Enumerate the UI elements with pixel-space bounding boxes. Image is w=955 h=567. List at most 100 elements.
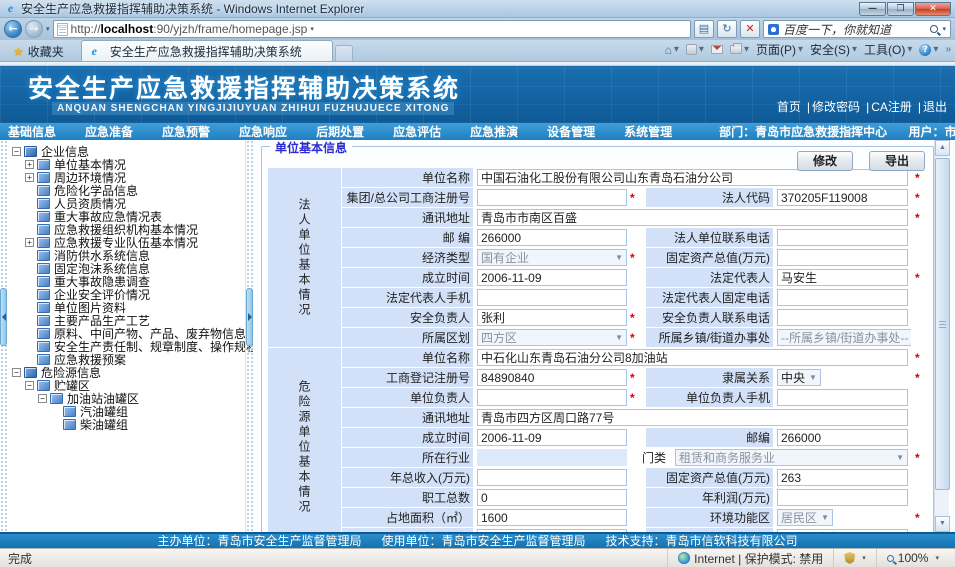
tree-item[interactable]: −企业信息 bbox=[12, 145, 243, 158]
zoom-control[interactable]: 100% ▾ bbox=[876, 549, 949, 567]
search-input[interactable]: 百度一下，你就知道 ▾ bbox=[763, 20, 951, 38]
feeds-button[interactable]: ▾ bbox=[686, 44, 704, 55]
print-button[interactable]: ▾ bbox=[730, 44, 749, 55]
modify-button[interactable]: 修改 bbox=[797, 151, 853, 171]
tree-expander-icon[interactable]: − bbox=[25, 381, 34, 390]
maximize-button[interactable]: ❐ bbox=[887, 2, 914, 16]
form-input[interactable] bbox=[477, 369, 627, 386]
banner-link-0[interactable]: 首页 bbox=[777, 100, 801, 114]
nav-item-5[interactable]: 应急评估 bbox=[393, 123, 441, 140]
scroll-down-icon[interactable]: ▼ bbox=[935, 516, 950, 532]
navigation-tree: −企业信息+单位基本情况+周边环境情况+危险化学品信息+人员资质情况+重大事故应… bbox=[12, 145, 243, 431]
scroll-up-icon[interactable]: ▲ bbox=[935, 140, 950, 156]
export-button[interactable]: 导出 bbox=[869, 151, 925, 171]
filter-dropdown-icon[interactable]: ▾ bbox=[862, 554, 866, 562]
form-input[interactable] bbox=[477, 409, 908, 426]
form-select[interactable]: 居民区▼ bbox=[777, 509, 833, 526]
main-scrollbar[interactable]: ▲ ▼ bbox=[934, 140, 949, 532]
read-mail-button[interactable] bbox=[711, 45, 723, 54]
mail-icon bbox=[711, 45, 723, 54]
close-button[interactable]: ✕ bbox=[915, 2, 951, 16]
nav-item-4[interactable]: 后期处置 bbox=[316, 123, 364, 140]
tree-item[interactable]: +危险化学品信息 bbox=[12, 184, 243, 197]
form-input[interactable] bbox=[777, 529, 908, 532]
form-input[interactable] bbox=[477, 349, 908, 366]
active-tab[interactable]: e 安全生产应急救援指挥辅助决策系统 bbox=[81, 40, 333, 61]
banner-link-3[interactable]: 退出 bbox=[923, 100, 947, 114]
zoom-dropdown-icon[interactable]: ▾ bbox=[935, 554, 939, 562]
form-select[interactable]: 四方区▼ bbox=[477, 329, 627, 346]
splitter-collapse-left[interactable] bbox=[0, 288, 7, 346]
nav-item-7[interactable]: 设备管理 bbox=[547, 123, 595, 140]
back-button[interactable]: ← bbox=[4, 20, 22, 38]
tree-item[interactable]: +单位基本情况 bbox=[12, 158, 243, 171]
form-input[interactable] bbox=[477, 529, 627, 532]
stop-button[interactable]: ✕ bbox=[740, 20, 760, 38]
tree-item[interactable]: −危险源信息 bbox=[12, 366, 243, 379]
form-input[interactable] bbox=[777, 229, 908, 246]
tree-expander-icon[interactable]: + bbox=[25, 173, 34, 182]
form-input[interactable] bbox=[777, 309, 908, 326]
banner-link-1[interactable]: 修改密码 bbox=[812, 100, 860, 114]
nav-item-8[interactable]: 系统管理 bbox=[624, 123, 672, 140]
form-input[interactable] bbox=[777, 489, 908, 506]
banner-link-2[interactable]: CA注册 bbox=[871, 100, 912, 114]
minimize-button[interactable]: — bbox=[859, 2, 886, 16]
address-input[interactable]: http://localhost:90/yjzh/frame/homepage.… bbox=[53, 20, 691, 38]
nav-item-1[interactable]: 应急准备 bbox=[85, 123, 133, 140]
nav-item-3[interactable]: 应急响应 bbox=[239, 123, 287, 140]
tools-menu[interactable]: 工具(O)▾ bbox=[864, 41, 912, 58]
form-input[interactable] bbox=[777, 249, 908, 266]
nav-item-0[interactable]: 基础信息 bbox=[8, 123, 56, 140]
tree-item[interactable]: +安全生产责任制、规章制度、操作规程信息 bbox=[12, 340, 243, 353]
form-input[interactable] bbox=[777, 269, 908, 286]
filter-zone[interactable]: ▾ bbox=[833, 549, 876, 567]
overflow-chevron-icon[interactable]: » bbox=[945, 44, 951, 55]
form-input[interactable] bbox=[477, 429, 627, 446]
form-input[interactable] bbox=[477, 309, 627, 326]
form-input[interactable] bbox=[477, 509, 627, 526]
form-select[interactable]: 租赁和商务服务业▼ bbox=[675, 449, 908, 466]
form-input[interactable] bbox=[477, 389, 627, 406]
form-input[interactable] bbox=[477, 169, 908, 186]
recent-pages-dropdown-icon[interactable]: ▾ bbox=[46, 25, 50, 33]
compatibility-view-button[interactable]: ▤ bbox=[694, 20, 714, 38]
refresh-button[interactable]: ↻ bbox=[717, 20, 737, 38]
search-options-dropdown-icon[interactable]: ▾ bbox=[942, 25, 946, 33]
new-tab-button[interactable] bbox=[335, 45, 353, 61]
tree-expander-icon[interactable]: − bbox=[12, 368, 21, 377]
form-select[interactable]: 中央▼ bbox=[777, 369, 821, 386]
form-input[interactable] bbox=[477, 189, 627, 206]
form-input[interactable] bbox=[777, 289, 908, 306]
tree-expander-icon[interactable]: − bbox=[38, 394, 47, 403]
form-select[interactable]: --所属乡镇/街道办事处--▼ bbox=[777, 329, 912, 346]
tree-item[interactable]: +企业安全评价情况 bbox=[12, 288, 243, 301]
form-input[interactable] bbox=[777, 429, 908, 446]
tree-expander-icon[interactable]: + bbox=[25, 160, 34, 169]
form-input[interactable] bbox=[477, 489, 627, 506]
form-input[interactable] bbox=[477, 229, 627, 246]
security-menu[interactable]: 安全(S)▾ bbox=[810, 41, 857, 58]
scrollbar-thumb[interactable] bbox=[935, 158, 950, 490]
form-input[interactable] bbox=[777, 389, 908, 406]
form-select[interactable]: 国有企业▼ bbox=[477, 249, 627, 266]
forward-button[interactable]: → bbox=[25, 20, 43, 38]
nav-item-2[interactable]: 应急预警 bbox=[162, 123, 210, 140]
form-input[interactable] bbox=[477, 269, 627, 286]
home-button[interactable]: ⌂▾ bbox=[665, 43, 679, 57]
tree-expander-icon[interactable]: + bbox=[25, 238, 34, 247]
form-input[interactable] bbox=[477, 209, 908, 226]
tree-item[interactable]: +柴油罐组 bbox=[12, 418, 243, 431]
tree-expander-icon[interactable]: − bbox=[12, 147, 21, 156]
form-input[interactable] bbox=[777, 189, 908, 206]
address-dropdown-icon[interactable]: ▾ bbox=[310, 25, 314, 33]
nav-item-6[interactable]: 应急推演 bbox=[470, 123, 518, 140]
page-menu[interactable]: 页面(P)▾ bbox=[756, 41, 803, 58]
favorites-button[interactable]: ★ 收藏夹 bbox=[4, 42, 73, 61]
form-input[interactable] bbox=[477, 469, 627, 486]
help-button[interactable]: ?▾ bbox=[919, 44, 938, 56]
splitter-collapse-right[interactable] bbox=[246, 288, 253, 346]
form-input[interactable] bbox=[477, 289, 627, 306]
search-icon[interactable] bbox=[930, 25, 938, 33]
form-input[interactable] bbox=[777, 469, 908, 486]
